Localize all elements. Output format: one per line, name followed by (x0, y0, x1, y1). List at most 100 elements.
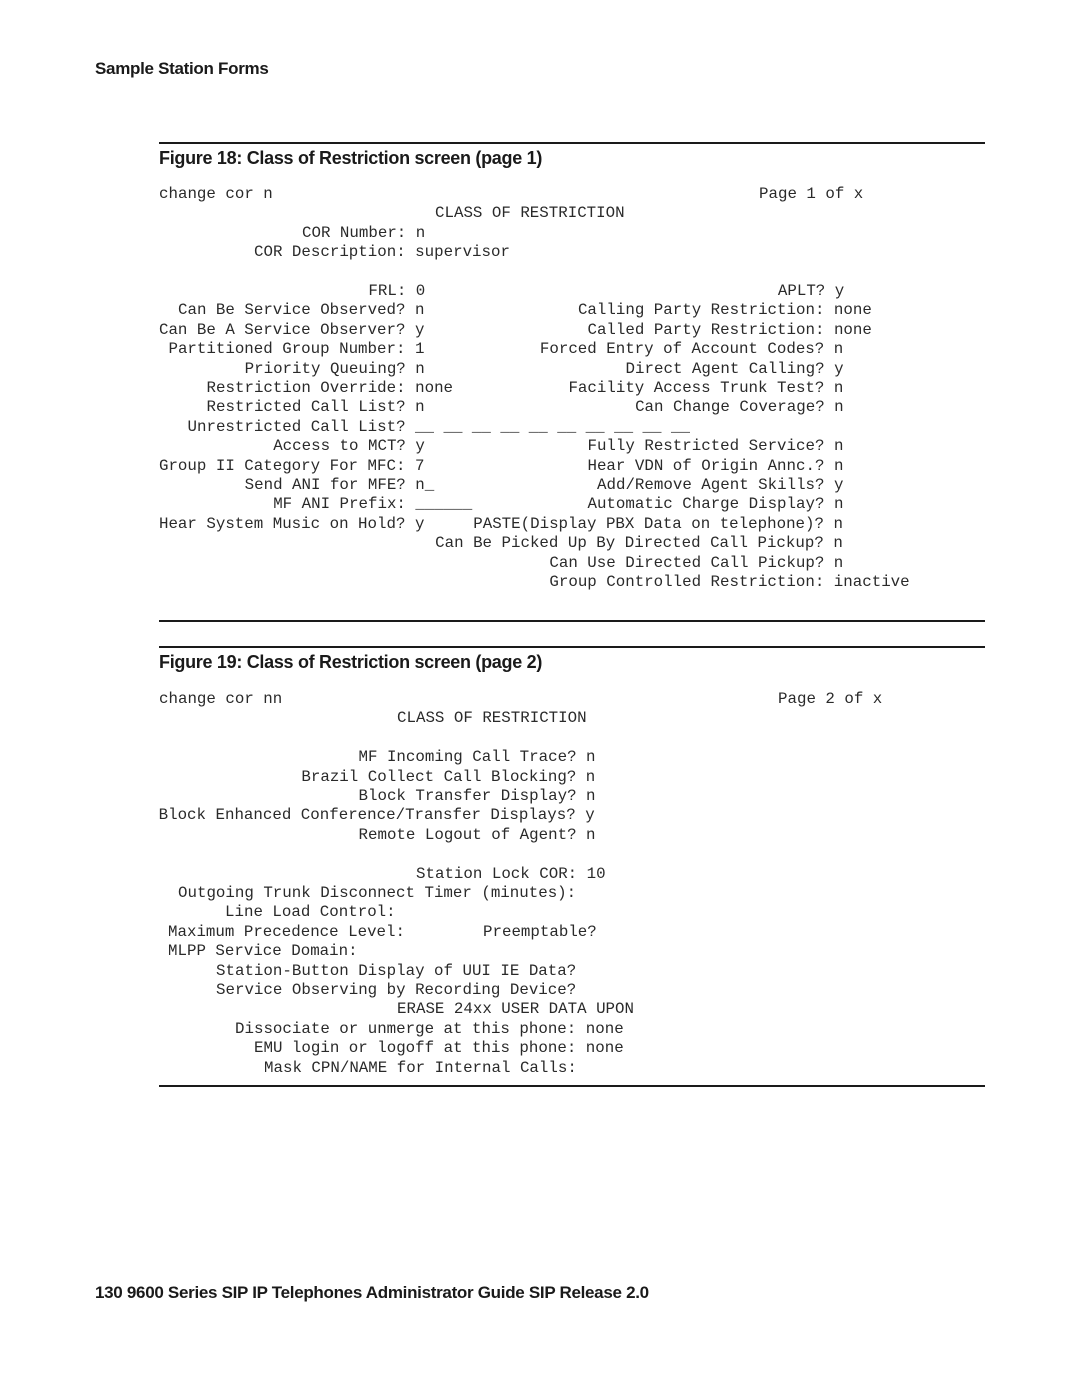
field-value[interactable]: n (834, 379, 843, 397)
form-field-row[interactable]: Partitioned Group Number: 1 (168, 340, 424, 359)
form-field-row[interactable]: Can Be Picked Up By Directed Call Pickup… (435, 534, 843, 553)
form-field-row[interactable]: Fully Restricted Service? n (587, 437, 843, 456)
field-value[interactable]: 10 (587, 865, 606, 883)
form-field-row[interactable]: Direct Agent Calling? y (626, 360, 844, 379)
field-label: Can Be A Service Observer? (158, 320, 406, 339)
field-label: Send ANI for MFE? (244, 476, 406, 494)
field-value[interactable]: none (586, 1039, 624, 1057)
form-field-row[interactable]: Remote Logout of Agent? n (359, 826, 596, 845)
field-label: Station Lock COR: (416, 864, 578, 883)
field-value[interactable]: n_ (415, 476, 434, 494)
field-value[interactable]: y (834, 360, 843, 378)
field-value[interactable]: ______ (415, 495, 472, 513)
form-field-row[interactable]: Send ANI for MFE? n_ (245, 476, 435, 495)
form-field-row[interactable]: Restriction Override: none (207, 379, 453, 398)
form-field-row[interactable]: Group Controlled Restriction: inactive (549, 573, 909, 592)
station-button-uui-field[interactable]: Station-Button Display of UUI IE Data? (216, 962, 576, 981)
form-field-row[interactable]: Can Change Coverage? n (635, 398, 844, 417)
service-observing-recording-field[interactable]: Service Observing by Recording Device? (216, 981, 576, 1000)
form-field-row[interactable]: Restricted Call List? n (207, 398, 425, 417)
cor-number-field[interactable]: COR Number: n (302, 224, 425, 243)
form-field-row[interactable]: Can Use Directed Call Pickup? n (549, 554, 843, 573)
cor-description-field[interactable]: COR Description: supervisor (254, 243, 510, 262)
field-label: Mask CPN/NAME for Internal Calls: (264, 1058, 577, 1077)
form-field-row[interactable]: Access to MCT? y (273, 437, 425, 456)
form-field-row[interactable]: PASTE(Display PBX Data on telephone)? n (473, 515, 843, 534)
field-value[interactable]: n (416, 224, 425, 242)
field-label: PASTE(Display PBX Data on telephone)? (473, 514, 824, 533)
field-value[interactable]: y (415, 321, 424, 339)
field-label: Add/Remove Agent Skills? (597, 476, 825, 494)
dissociate-field[interactable]: Dissociate or unmerge at this phone: non… (235, 1020, 624, 1039)
field-value[interactable]: none (834, 301, 872, 319)
station-lock-cor-field[interactable]: Station Lock COR: 10 (416, 865, 606, 884)
emu-login-field[interactable]: EMU login or logoff at this phone: none (254, 1039, 624, 1058)
mlpp-service-domain-field[interactable]: MLPP Service Domain: (168, 942, 358, 961)
field-label: Outgoing Trunk Disconnect Timer (minutes… (178, 884, 577, 902)
form-field-row[interactable]: Forced Entry of Account Codes? n (540, 340, 843, 359)
field-value[interactable]: y (835, 282, 844, 300)
field-value[interactable]: y (834, 476, 843, 494)
field-value[interactable]: n (834, 340, 843, 358)
form-field-row[interactable]: MF ANI Prefix: ______ (273, 495, 472, 514)
field-value[interactable]: 0 (416, 282, 425, 300)
field-value[interactable]: none (415, 379, 453, 397)
form-field-row[interactable]: Priority Queuing? n (245, 360, 425, 379)
form-field-row[interactable]: FRL: 0 (368, 282, 425, 301)
form-field-row[interactable]: Facility Access Trunk Test? n (568, 379, 843, 398)
form-field-row[interactable]: Hear VDN of Origin Annc.? n (587, 457, 843, 476)
command: change cor n (159, 185, 273, 203)
field-value[interactable]: n (834, 457, 843, 475)
field-value[interactable]: n (586, 768, 595, 786)
form-field-row[interactable]: Brazil Collect Call Blocking? n (301, 768, 595, 787)
field-value[interactable]: n (586, 787, 595, 805)
line-load-control-field[interactable]: Line Load Control: (225, 903, 396, 922)
field-value[interactable]: n (415, 301, 424, 319)
page-indicator: Page 2 of x (778, 690, 883, 708)
field-value[interactable]: n (834, 495, 843, 513)
field-value[interactable]: __ __ __ __ __ __ __ __ __ __ (415, 418, 690, 436)
form-field-row[interactable]: MF Incoming Call Trace? n (359, 748, 596, 767)
form-field-row[interactable]: Block Transfer Display? n (359, 787, 596, 806)
form-field-row[interactable]: Group II Category For MFC: 7 (159, 457, 424, 476)
field-value[interactable]: 7 (415, 457, 424, 475)
form-field-row[interactable]: Can Be Service Observed? n (178, 301, 424, 320)
field-value[interactable]: 1 (415, 340, 424, 358)
field-value[interactable]: y (415, 515, 424, 533)
field-value[interactable]: inactive (834, 573, 910, 591)
form-field-row[interactable]: APLT? y (778, 282, 844, 301)
field-label: Automatic Charge Display? (587, 495, 825, 514)
field-value[interactable]: supervisor (415, 243, 510, 261)
max-precedence-field[interactable]: Maximum Precedence Level: (168, 923, 405, 942)
preemptable-field[interactable]: Preemptable? (483, 923, 597, 942)
field-value[interactable]: n (834, 437, 843, 455)
field-value[interactable]: n (586, 748, 595, 766)
form-field-row[interactable]: Calling Party Restriction: none (578, 301, 872, 320)
form-field-row[interactable]: Add/Remove Agent Skills? y (597, 476, 843, 495)
field-value[interactable]: none (586, 1020, 624, 1038)
field-value[interactable]: y (585, 806, 594, 824)
field-value[interactable]: n (586, 826, 595, 844)
form-field-row[interactable]: Automatic Charge Display? n (587, 495, 843, 514)
screen-title: CLASS OF RESTRICTION (397, 709, 587, 728)
field-value[interactable]: n (415, 398, 424, 416)
field-value[interactable]: n (415, 360, 424, 378)
form-field-row[interactable]: Hear System Music on Hold? y (159, 515, 424, 534)
field-label: Partitioned Group Number: (168, 340, 406, 359)
form-field-row[interactable]: Block Enhanced Conference/Transfer Displ… (159, 806, 595, 825)
form-field-row[interactable]: Called Party Restriction: none (587, 321, 871, 340)
mask-cpn-field[interactable]: Mask CPN/NAME for Internal Calls: (264, 1059, 577, 1078)
form-field-row[interactable]: Unrestricted Call List? __ __ __ __ __ _… (188, 418, 690, 437)
field-label: Can Change Coverage? (635, 398, 825, 417)
field-label: Group II Category For MFC: (158, 456, 406, 475)
field-value[interactable]: n (834, 398, 843, 416)
field-value[interactable]: n (833, 515, 842, 533)
field-label: MLPP Service Domain: (168, 942, 358, 961)
field-value[interactable]: n (834, 554, 843, 572)
field-value[interactable]: y (415, 437, 424, 455)
field-value[interactable]: n (833, 534, 842, 552)
form-field-row[interactable]: Can Be A Service Observer? y (159, 321, 424, 340)
field-label: Hear System Music on Hold? (158, 514, 406, 533)
field-value[interactable]: none (834, 321, 872, 339)
outgoing-trunk-timer-field[interactable]: Outgoing Trunk Disconnect Timer (minutes… (178, 884, 576, 903)
